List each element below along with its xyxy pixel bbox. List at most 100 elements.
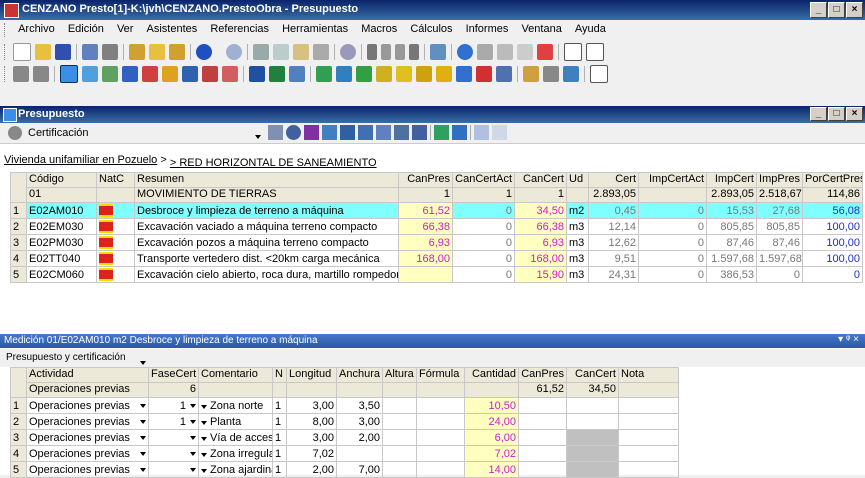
cell-impcert[interactable]: 805,85 <box>706 218 757 235</box>
columns-icon[interactable] <box>564 43 582 61</box>
sort-icon[interactable] <box>477 44 493 60</box>
cell-n[interactable]: 1 <box>272 397 287 414</box>
parent-resumen[interactable]: MOVIMIENTO DE TIERRAS <box>134 187 399 203</box>
cell-codigo[interactable]: E02TT040 <box>26 250 97 267</box>
cell-impcert[interactable]: 15,53 <box>706 202 757 219</box>
home-icon[interactable] <box>13 66 29 82</box>
cell-ud[interactable]: m3 <box>566 266 589 283</box>
parent-impcert[interactable]: 2.893,05 <box>706 187 757 203</box>
sheet-icon[interactable] <box>322 125 337 140</box>
form-alt-icon[interactable] <box>222 66 238 82</box>
menu-archivo[interactable]: Archivo <box>13 20 60 38</box>
cell-longitud[interactable]: 2,00 <box>286 461 337 478</box>
cell-canpres[interactable] <box>518 429 567 446</box>
cell-imppres[interactable]: 0 <box>756 266 803 283</box>
cell-cancert[interactable] <box>566 461 619 478</box>
refresh-icon[interactable] <box>457 44 473 60</box>
row-number[interactable]: 4 <box>10 445 27 462</box>
cube-icon[interactable] <box>356 66 372 82</box>
row-number[interactable]: 2 <box>10 218 27 235</box>
arrow-icon[interactable] <box>492 125 507 140</box>
col-fasecert[interactable]: FaseCert <box>148 367 199 383</box>
cell-ud[interactable]: m3 <box>566 218 589 235</box>
cell-imppres[interactable]: 1.597,68 <box>756 250 803 267</box>
cell-fasecert[interactable] <box>148 445 199 462</box>
list-item[interactable]: 5Operaciones previas Zona ajardinada12,00… <box>10 461 679 478</box>
tools-icon[interactable] <box>376 66 392 82</box>
col-anchura[interactable]: Anchura <box>336 367 383 383</box>
list-item[interactable]: 4 Operaciones previas Zona irregular 1 7,02 7… <box>10 445 679 462</box>
cell-cancert[interactable]: 34,50 <box>514 202 567 219</box>
globe-icon[interactable] <box>286 125 301 140</box>
panel-pin-buttons[interactable]: ▾ ᵠ × <box>838 334 859 345</box>
cell-n[interactable]: 1 <box>272 429 287 446</box>
text-align-icon[interactable] <box>543 66 559 82</box>
green-grid-icon[interactable] <box>434 125 449 140</box>
cell-n[interactable]: 1 <box>272 445 287 462</box>
undo-dropdown-icon[interactable] <box>216 44 222 60</box>
cell-canpres[interactable]: 61,52 <box>398 202 453 219</box>
print-icon[interactable] <box>102 44 118 60</box>
col-altura[interactable]: Altura <box>382 367 417 383</box>
filter-select[interactable]: Presupuesto y certificación <box>6 352 126 363</box>
cell-nota[interactable] <box>618 461 679 478</box>
maximize-button[interactable]: □ <box>828 2 845 18</box>
pdf-icon[interactable] <box>476 66 492 82</box>
col-canpres[interactable]: CanPres <box>518 367 567 383</box>
first-record-icon[interactable] <box>367 44 377 60</box>
parent-fasecert[interactable]: 6 <box>148 382 199 398</box>
cell-altura[interactable] <box>382 397 417 414</box>
cell-cert[interactable]: 24,31 <box>588 266 639 283</box>
row-number[interactable]: 1 <box>10 397 27 414</box>
cell-impcertact[interactable]: 0 <box>638 234 707 251</box>
cell-impcertact[interactable]: 0 <box>638 218 707 235</box>
cell-comentario[interactable]: Zona irregular <box>198 445 273 462</box>
cell-canpres[interactable] <box>398 266 453 283</box>
cell-cancertact[interactable]: 0 <box>452 218 515 235</box>
cell-ud[interactable]: m2 <box>566 202 589 219</box>
inner-maximize-button[interactable]: □ <box>828 107 845 121</box>
col-cert[interactable]: Cert <box>588 172 639 188</box>
cell-formula[interactable] <box>416 397 465 414</box>
parent-canpres[interactable]: 1 <box>398 187 453 203</box>
cell-canpres[interactable] <box>518 445 567 462</box>
parent-imppres[interactable]: 2.518,67 <box>756 187 803 203</box>
cell-resumen[interactable]: Excavación cielo abierto, roca dura, mar… <box>134 266 399 283</box>
cell-actividad[interactable]: Operaciones previas <box>26 461 149 478</box>
cell-natc[interactable] <box>96 202 135 219</box>
coins-stack-icon[interactable] <box>436 66 452 82</box>
cell-formula[interactable] <box>416 429 465 446</box>
cell-cancertact[interactable]: 0 <box>452 234 515 251</box>
cell-impcert[interactable]: 87,46 <box>706 234 757 251</box>
mode-dropdown-icon[interactable] <box>255 130 261 142</box>
cell-actividad[interactable]: Operaciones previas <box>26 397 149 414</box>
col-impcert[interactable]: ImpCert <box>706 172 757 188</box>
cell-cancert[interactable]: 168,00 <box>514 250 567 267</box>
clear-filter-icon[interactable] <box>537 44 553 60</box>
col-cancert[interactable]: CanCert <box>566 367 619 383</box>
dropdown-arrow-icon[interactable] <box>190 447 196 459</box>
dropdown-arrow-icon[interactable] <box>190 415 196 427</box>
cell-natc[interactable] <box>96 266 135 283</box>
cell-comentario[interactable]: Planta <box>198 413 273 430</box>
cell-fasecert[interactable] <box>148 461 199 478</box>
col-canpres[interactable]: CanPres <box>398 172 453 188</box>
cell-n[interactable]: 1 <box>272 413 287 430</box>
cell-n[interactable]: 1 <box>272 461 287 478</box>
cell-longitud[interactable]: 3,00 <box>286 397 337 414</box>
list-item[interactable]: 2 Operaciones previas 1 Planta 1 8,00 3,00 24,0… <box>10 413 679 430</box>
grid-icon[interactable] <box>269 66 285 82</box>
euro-icon[interactable] <box>394 125 409 140</box>
coins-icon[interactable] <box>396 66 412 82</box>
cell-canpres[interactable]: 168,00 <box>398 250 453 267</box>
cell-anchura[interactable] <box>336 445 383 462</box>
dropdown-arrow-icon[interactable] <box>190 399 196 411</box>
cell-nota[interactable] <box>618 413 679 430</box>
cell-codigo[interactable]: E02EM030 <box>26 218 97 235</box>
cell-impcertact[interactable]: 0 <box>638 266 707 283</box>
table-row[interactable]: 3 E02PM030 Excavación pozos a máquina terr… <box>10 234 863 251</box>
cell-cancert[interactable] <box>566 397 619 414</box>
dropdown-arrow-icon[interactable] <box>140 463 146 475</box>
cell-cancert[interactable]: 66,38 <box>514 218 567 235</box>
cell-anchura[interactable]: 3,50 <box>336 397 383 414</box>
